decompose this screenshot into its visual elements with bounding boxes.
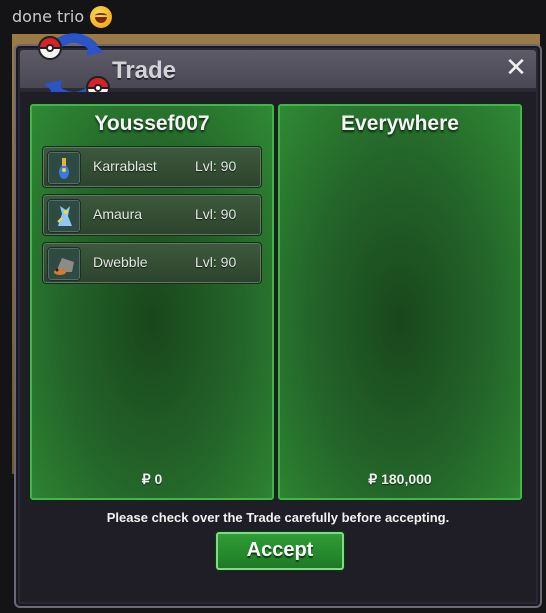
trade-content: Youssef007 Karrablast Lvl: 90 Amaura Lvl…: [20, 92, 536, 602]
pokemon-name: Karrablast: [93, 158, 157, 174]
trade-window: Trade ✕ Youssef007 Karrablast Lvl: 90 Am…: [14, 33, 542, 608]
pokemon-level: Lvl: 90: [195, 206, 237, 222]
pokemon-name: Amaura: [93, 206, 143, 222]
dwebble-sprite-icon: [47, 247, 81, 281]
pokemon-level: Lvl: 90: [195, 158, 237, 174]
trade-warning-text: Please check over the Trade carefully be…: [106, 510, 450, 525]
left-trainer-name: Youssef007: [94, 112, 210, 135]
pokemon-row-dwebble[interactable]: Dwebble Lvl: 90: [42, 242, 262, 284]
karrablast-sprite-icon: [47, 151, 81, 185]
window-title: Trade: [112, 57, 177, 84]
right-trainer-name: Everywhere: [341, 112, 459, 135]
pokemon-name: Dwebble: [93, 254, 148, 270]
left-money-offer: ₽ 0: [141, 471, 163, 487]
close-button[interactable]: ✕: [504, 55, 528, 81]
pokemon-level: Lvl: 90: [195, 254, 237, 270]
amaura-sprite-icon: [47, 199, 81, 233]
screen: done trio Trade ✕ Youssef007 Karrablast …: [0, 0, 546, 613]
chat-text: done trio: [12, 7, 85, 26]
accept-button[interactable]: Accept: [216, 532, 344, 570]
pokemon-row-amaura[interactable]: Amaura Lvl: 90: [42, 194, 262, 236]
offer-panel-right: Everywhere ₽ 180,000: [278, 104, 522, 500]
pokemon-row-karrablast[interactable]: Karrablast Lvl: 90: [42, 146, 262, 188]
grinning-face-emoji-icon: [90, 6, 113, 28]
right-money-offer: ₽ 180,000: [368, 471, 432, 487]
offer-panel-left: Youssef007 Karrablast Lvl: 90 Amaura Lvl…: [30, 104, 274, 500]
chat-message: done trio: [12, 6, 113, 28]
